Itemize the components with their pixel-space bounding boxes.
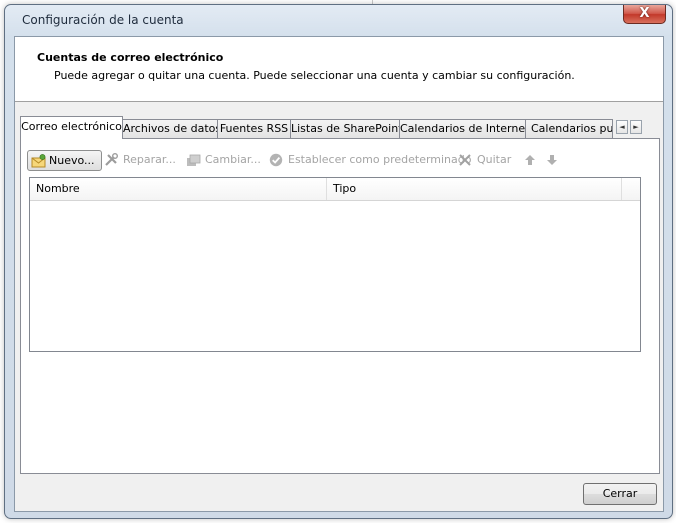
repair-label: Reparar... [123,153,176,166]
new-mail-icon [31,154,46,168]
move-down-button[interactable] [545,150,559,171]
tab-scroll-left-icon[interactable]: ◄ [616,120,628,134]
change-label: Cambiar... [205,153,261,166]
account-toolbar: Nuevo... Reparar... Cambiar... Establece… [27,150,653,172]
arrow-down-icon [547,155,557,165]
tab-published-calendars[interactable]: Calendarios publi [525,119,613,138]
account-settings-dialog: Configuración de la cuenta X Cuentas de … [4,4,673,519]
dialog-header: Cuentas de correo electrónico Puede agre… [15,37,663,102]
new-account-button[interactable]: Nuevo... [27,150,102,171]
header-title: Cuentas de correo electrónico [37,51,224,64]
tab-rss-feeds[interactable]: Fuentes RSS [217,119,291,138]
change-button[interactable]: Cambiar... [186,150,261,171]
check-circle-icon [269,153,283,167]
list-header: Nombre Tipo [30,178,640,201]
header-description: Puede agregar o quitar una cuenta. Puede… [54,69,575,82]
tools-icon [105,153,118,166]
move-up-button[interactable] [523,150,537,171]
tab-internet-calendars[interactable]: Calendarios de Internet [399,119,526,138]
x-icon [459,154,471,166]
tab-strip: Correo electrónico Archivos de datos Fue… [20,116,660,139]
remove-button[interactable]: Quitar [458,150,511,171]
email-tab-panel: Nuevo... Reparar... Cambiar... Establece… [20,138,660,474]
tab-sharepoint-lists[interactable]: Listas de SharePoint [290,119,400,138]
column-header-name[interactable]: Nombre [30,178,327,200]
column-header-type[interactable]: Tipo [327,178,622,200]
dialog-client-area: Cuentas de correo electrónico Puede agre… [14,36,664,512]
arrow-up-icon [525,155,535,165]
tab-data-files[interactable]: Archivos de datos [122,119,218,138]
tab-scroll-right-icon[interactable]: ► [630,120,642,134]
set-default-button[interactable]: Establecer como predeterminado [269,150,471,171]
tab-email[interactable]: Correo electrónico [20,116,123,139]
window-title: Configuración de la cuenta [22,13,184,27]
close-button[interactable]: Cerrar [583,483,657,505]
repair-button[interactable]: Reparar... [104,150,176,171]
change-icon [187,154,201,166]
close-window-button[interactable]: X [623,5,666,24]
set-default-label: Establecer como predeterminado [288,153,472,166]
remove-label: Quitar [477,153,512,166]
new-account-label: Nuevo... [49,154,95,167]
close-icon: X [639,6,650,21]
accounts-list[interactable]: Nombre Tipo [29,177,641,352]
title-bar[interactable]: Configuración de la cuenta X [5,5,672,35]
